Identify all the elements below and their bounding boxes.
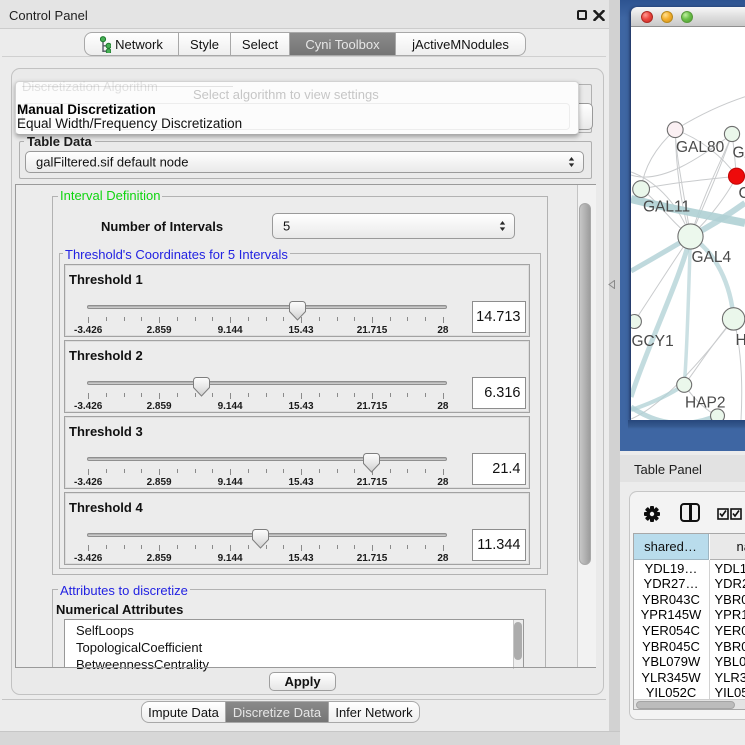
svg-text:GAL4: GAL4 xyxy=(692,249,732,266)
svg-text:GAL11: GAL11 xyxy=(643,199,690,216)
svg-text:GAL80: GAL80 xyxy=(676,139,725,156)
svg-text:C: C xyxy=(739,185,745,202)
svg-text:H: H xyxy=(736,332,745,349)
svg-text:GCY1: GCY1 xyxy=(632,333,674,350)
svg-text:HAP2: HAP2 xyxy=(685,394,726,411)
svg-text:GA: GA xyxy=(733,145,745,162)
